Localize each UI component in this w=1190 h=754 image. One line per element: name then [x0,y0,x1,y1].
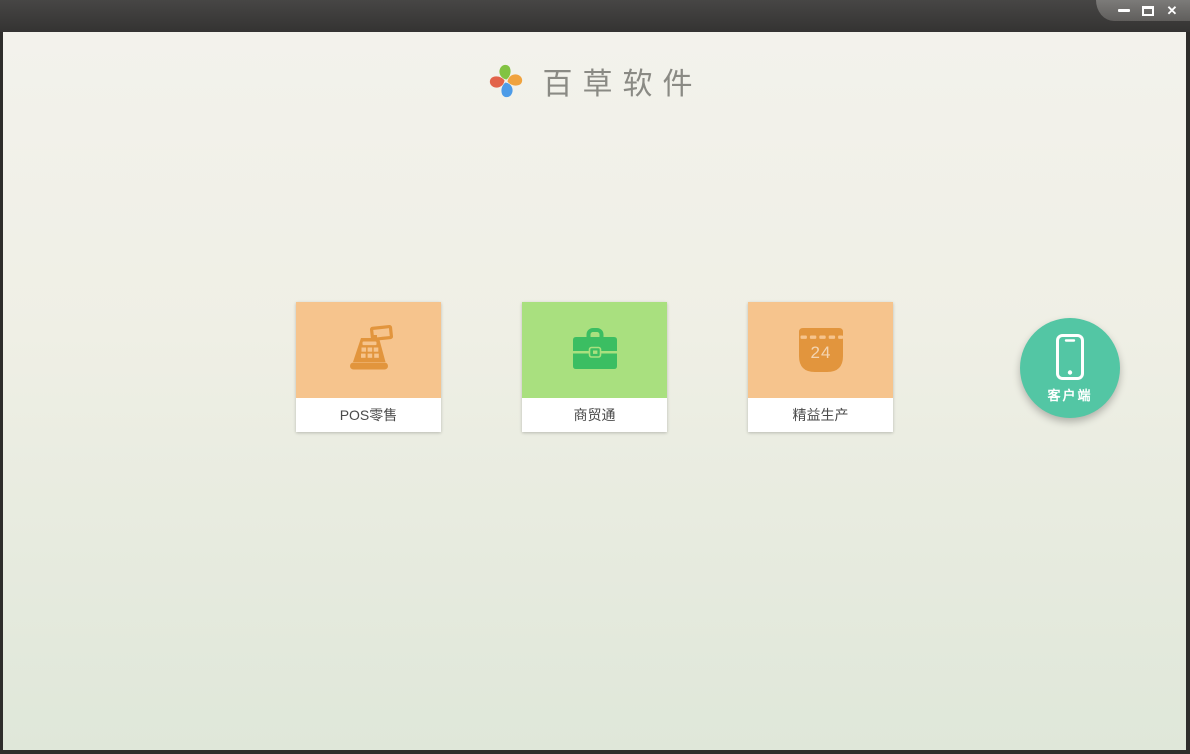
product-label: 精益生产 [748,398,893,432]
pinwheel-logo-icon [489,64,522,98]
app-window: ✕ 百草软件 POS零售 商贸通 24 精益生产 客户端 [0,0,1190,754]
header: 百草软件 [3,56,1186,106]
client-button-label: 客户端 [1047,387,1093,403]
app-title: 百草软件 [542,67,703,102]
client-button[interactable]: 客户端 [1020,318,1120,418]
briefcase-icon [572,328,617,369]
maximize-button[interactable] [1141,4,1155,18]
product-label: POS零售 [296,398,441,432]
close-icon: ✕ [1166,3,1178,18]
lean-tile: 24 [748,302,893,398]
calendar-icon: 24 [798,328,843,372]
window-controls: ✕ [1096,0,1190,21]
title-bar[interactable]: ✕ [0,0,1190,32]
calendar-day-number: 24 [810,343,831,362]
product-card-pos[interactable]: POS零售 [296,302,441,432]
minimize-button[interactable] [1117,4,1131,18]
product-label: 商贸通 [522,398,667,432]
trade-tile [522,302,667,398]
close-button[interactable]: ✕ [1165,4,1179,18]
cash-register-icon [349,324,393,370]
minimize-icon [1118,9,1130,12]
smartphone-icon [1056,333,1084,380]
pos-tile [296,302,441,398]
maximize-icon [1142,5,1154,16]
product-card-trade[interactable]: 商贸通 [522,302,667,432]
product-card-lean[interactable]: 24 精益生产 [748,302,893,432]
main-content: 百草软件 POS零售 商贸通 24 精益生产 客户端 [3,32,1186,750]
